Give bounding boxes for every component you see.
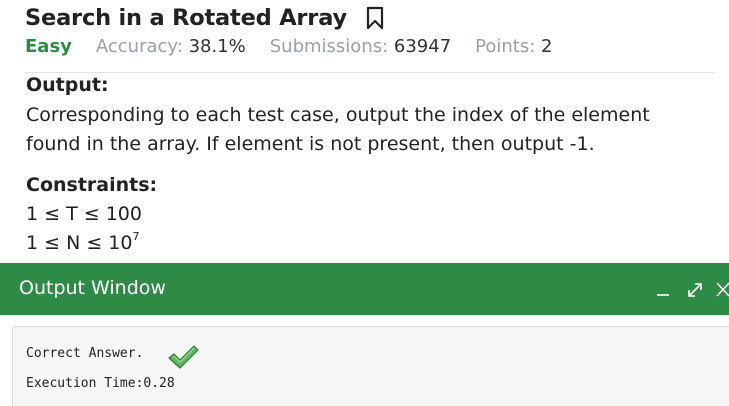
output-section-title: Output:	[26, 74, 109, 96]
points-value: 2	[541, 36, 553, 57]
output-window-header[interactable]: Output Window	[0, 263, 729, 315]
constraint-line-2: 1 ≤ N ≤ 107	[26, 229, 716, 258]
close-icon[interactable]	[714, 278, 729, 300]
title-row: Search in a Rotated Array	[25, 0, 715, 36]
points-stat: Points: 2	[475, 36, 552, 57]
problem-meta: Easy Accuracy: 38.1% Submissions: 63947 …	[25, 36, 715, 62]
accuracy-label: Accuracy:	[95, 36, 183, 57]
points-label: Points:	[475, 36, 536, 57]
problem-header: Search in a Rotated Array Easy Accuracy:…	[25, 0, 715, 62]
output-panel: Correct Answer. Execution Time:0.28	[12, 326, 729, 406]
result-text: Correct Answer.	[26, 346, 144, 361]
header-divider	[25, 72, 715, 73]
bookmark-icon[interactable]	[366, 6, 384, 30]
page: Search in a Rotated Array Easy Accuracy:…	[0, 0, 729, 406]
checkmark-icon	[167, 344, 199, 370]
expand-icon[interactable]	[686, 278, 704, 300]
minimize-icon[interactable]	[655, 278, 671, 300]
constraint-line-2-base: 1 ≤ N ≤ 10	[26, 232, 133, 254]
output-text-line-1: Corresponding to each test case, output …	[26, 104, 650, 126]
problem-title: Search in a Rotated Array	[25, 5, 347, 31]
submissions-value: 63947	[393, 36, 452, 57]
constraint-line-1: 1 ≤ T ≤ 100	[26, 203, 142, 225]
difficulty-badge: Easy	[25, 36, 72, 57]
output-window-title: Output Window	[19, 277, 166, 299]
execution-time: Execution Time:0.28	[26, 376, 175, 391]
constraint-line-2-exponent: 7	[132, 229, 140, 243]
submissions-stat: Submissions: 63947	[270, 36, 451, 57]
constraints-text: 1 ≤ T ≤ 100 1 ≤ N ≤ 107	[26, 200, 716, 258]
output-section-text: Corresponding to each test case, output …	[26, 101, 716, 159]
constraints-title: Constraints:	[26, 174, 158, 196]
submissions-label: Submissions:	[269, 36, 389, 57]
accuracy-value: 38.1%	[188, 36, 246, 57]
output-text-line-2: found in the array. If element is not pr…	[26, 133, 595, 155]
accuracy-stat: Accuracy: 38.1%	[96, 36, 246, 57]
